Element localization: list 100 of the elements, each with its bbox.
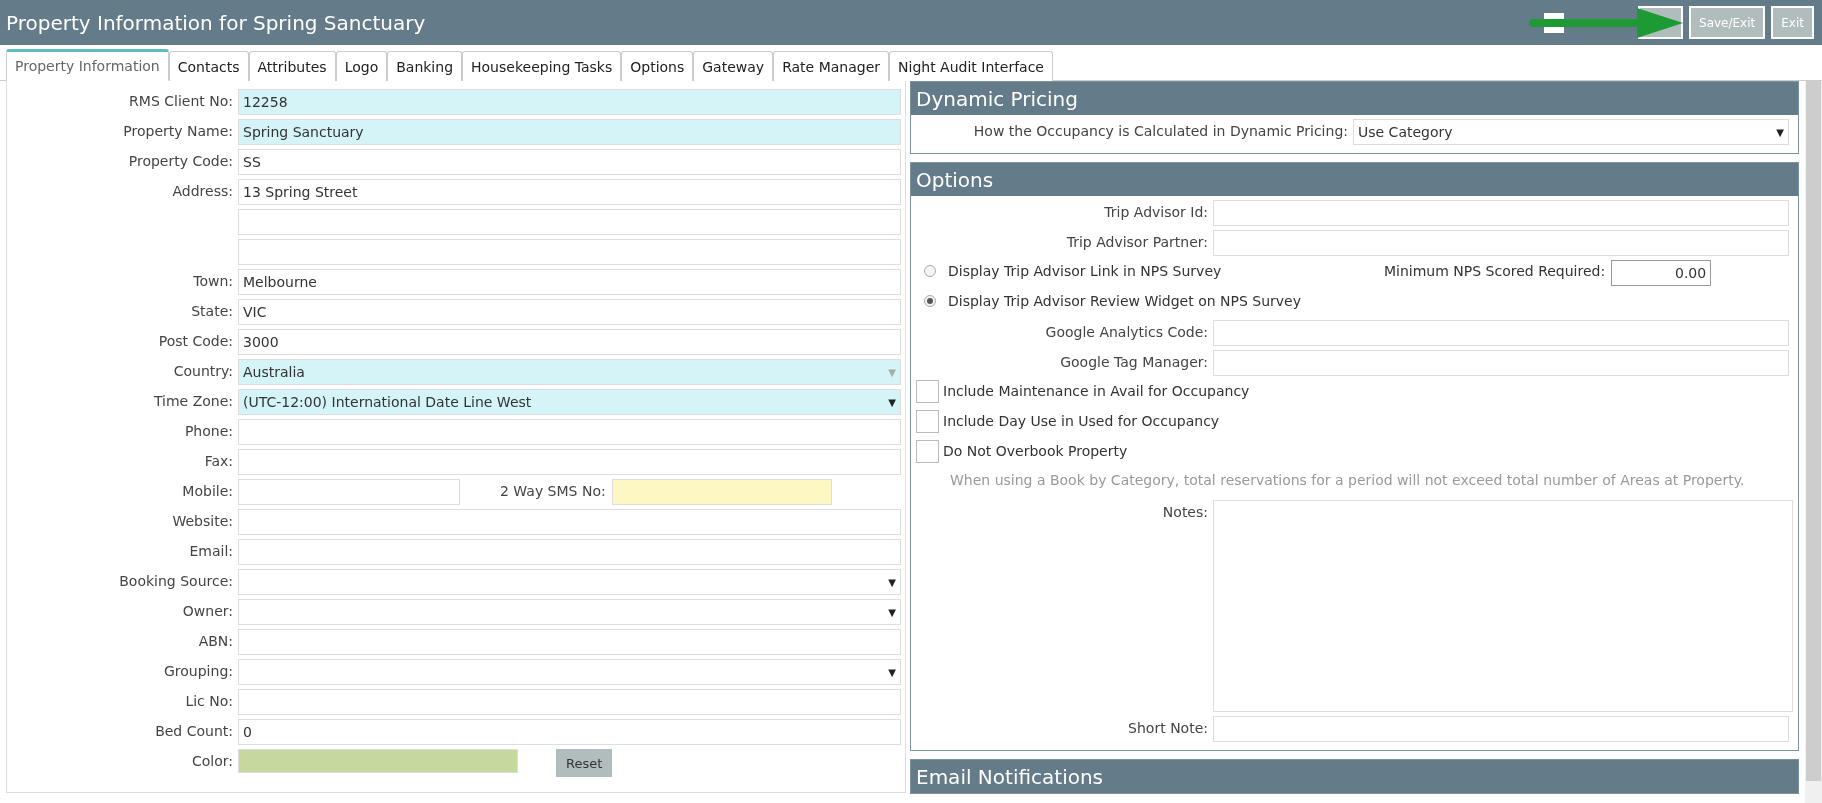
field-label: Address: — [171, 182, 234, 199]
field-value: SS — [243, 154, 262, 170]
field-label: Website: — [171, 512, 234, 529]
select-field[interactable]: ▼ — [238, 599, 901, 625]
caret-icon: ▼ — [888, 396, 896, 408]
help-text: When using a Book by Category, total reservations for a period will not exceed total number of Areas at Property. — [949, 471, 1745, 488]
tab[interactable]: Contacts — [168, 51, 249, 81]
field-value: 0.00 — [1675, 265, 1707, 281]
scrollbar[interactable] — [1805, 81, 1822, 803]
tab[interactable]: Attributes — [248, 51, 336, 81]
field-label: Google Tag Manager: — [1059, 353, 1209, 370]
field-label: Country: — [172, 362, 234, 379]
input-field[interactable] — [1213, 200, 1789, 226]
notes-field[interactable] — [1213, 500, 1793, 712]
caret-icon: ▼ — [888, 366, 896, 378]
field-label: Fax: — [203, 452, 234, 469]
select-field[interactable]: Use Category ▼ — [1353, 119, 1789, 145]
input-field[interactable]: 13 Spring Street — [238, 179, 901, 205]
input-field[interactable] — [611, 479, 832, 505]
tab[interactable]: Night Audit Interface — [889, 51, 1053, 81]
tab[interactable]: Gateway — [693, 51, 774, 81]
field-value: Use Category — [1358, 124, 1454, 140]
caret-icon: ▼ — [1776, 126, 1784, 138]
option-label: Display Trip Advisor Link in NPS Survey — [948, 262, 1223, 279]
field-label: Mobile: — [181, 482, 234, 499]
input-field[interactable]: VIC — [238, 299, 901, 325]
option-label: Do Not Overbook Property — [943, 442, 1128, 459]
field-label: 2 Way SMS No: — [500, 482, 607, 499]
field-value: 13 Spring Street — [243, 184, 359, 200]
field-value: Spring Sanctuary — [243, 124, 365, 140]
input-field[interactable] — [1213, 230, 1789, 256]
field-label: Phone: — [183, 422, 234, 439]
field-label: Booking Source: — [118, 572, 234, 589]
select-field[interactable]: ▼ — [238, 659, 901, 685]
tab[interactable]: Housekeeping Tasks — [462, 51, 622, 81]
field-label: Property Name: — [122, 122, 234, 139]
input-field[interactable]: Spring Sanctuary — [238, 119, 901, 145]
input-field[interactable] — [1213, 320, 1789, 346]
field-label: Short Note: — [1127, 719, 1209, 736]
field-label: Owner: — [181, 602, 234, 619]
field-value: 3000 — [243, 334, 280, 350]
option-label: Include Maintenance in Avail for Occupancy — [943, 382, 1250, 399]
tab[interactable]: Banking — [387, 51, 463, 81]
caret-icon: ▼ — [888, 666, 896, 678]
field-label: Lic No: — [184, 692, 234, 709]
field-value: Melbourne — [243, 274, 318, 290]
reset-button[interactable]: Reset — [556, 749, 613, 777]
input-field[interactable] — [238, 509, 901, 535]
checkbox[interactable] — [916, 380, 939, 403]
field-label: Time Zone: — [152, 392, 234, 409]
color-swatch[interactable] — [238, 749, 518, 773]
field-label: State: — [190, 302, 234, 319]
panel-header: Dynamic Pricing — [911, 82, 1798, 115]
input-field[interactable]: 12258 — [238, 89, 901, 115]
option-label: Display Trip Advisor Review Widget on NPS Survey — [948, 292, 1301, 309]
tab[interactable]: Logo — [335, 51, 388, 81]
input-field[interactable] — [238, 419, 901, 445]
checkbox[interactable] — [916, 440, 939, 463]
panel-header: Options — [911, 163, 1798, 196]
input-field[interactable] — [238, 449, 901, 475]
field-label: Bed Count: — [154, 722, 234, 739]
input-field[interactable]: 0.00 — [1611, 260, 1712, 286]
input-field[interactable] — [238, 629, 901, 655]
field-label: Town: — [192, 272, 234, 289]
caret-icon: ▼ — [888, 576, 896, 588]
window-title: Property Information for Spring Sanctuary — [6, 10, 427, 35]
tab[interactable]: Property Information — [6, 49, 169, 81]
option-label: Include Day Use in Used for Occupancy — [943, 412, 1220, 429]
field-value: VIC — [243, 304, 268, 320]
field-label: Grouping: — [163, 662, 234, 679]
input-field[interactable]: SS — [238, 149, 901, 175]
select-field[interactable]: (UTC-12:00) International Date Line West ▼ — [238, 389, 901, 415]
field-value: Australia — [243, 364, 306, 380]
input-field[interactable] — [238, 209, 901, 235]
field-value: (UTC-12:00) International Date Line West — [243, 394, 533, 410]
field-label: Property Code: — [127, 152, 234, 169]
field-label: RMS Client No: — [128, 92, 234, 109]
input-field[interactable] — [1213, 350, 1789, 376]
field-label: Minimum NPS Scored Required: — [1384, 262, 1607, 279]
checkbox[interactable] — [916, 410, 939, 433]
input-field[interactable] — [1213, 716, 1789, 742]
field-label: How the Occupancy is Calculated in Dynamic Pricing: — [972, 122, 1349, 139]
field-value: 12258 — [243, 94, 289, 110]
field-label: ABN: — [197, 632, 234, 649]
input-field[interactable] — [238, 239, 901, 265]
field-label: Google Analytics Code: — [1044, 323, 1209, 340]
input-field[interactable]: Melbourne — [238, 269, 901, 295]
input-field[interactable]: 3000 — [238, 329, 901, 355]
radio-button[interactable] — [924, 295, 936, 307]
tab[interactable]: Rate Manager — [773, 51, 890, 81]
field-label: Color: — [190, 752, 234, 769]
input-field[interactable] — [238, 539, 901, 565]
input-field[interactable] — [238, 689, 901, 715]
input-field[interactable] — [238, 479, 460, 505]
field-value: 0 — [243, 724, 253, 740]
input-field[interactable]: 0 — [238, 719, 901, 745]
field-label: Post Code: — [157, 332, 234, 349]
select-field[interactable]: ▼ — [238, 569, 901, 595]
tab[interactable]: Options — [621, 51, 694, 81]
radio-button[interactable] — [924, 265, 936, 277]
